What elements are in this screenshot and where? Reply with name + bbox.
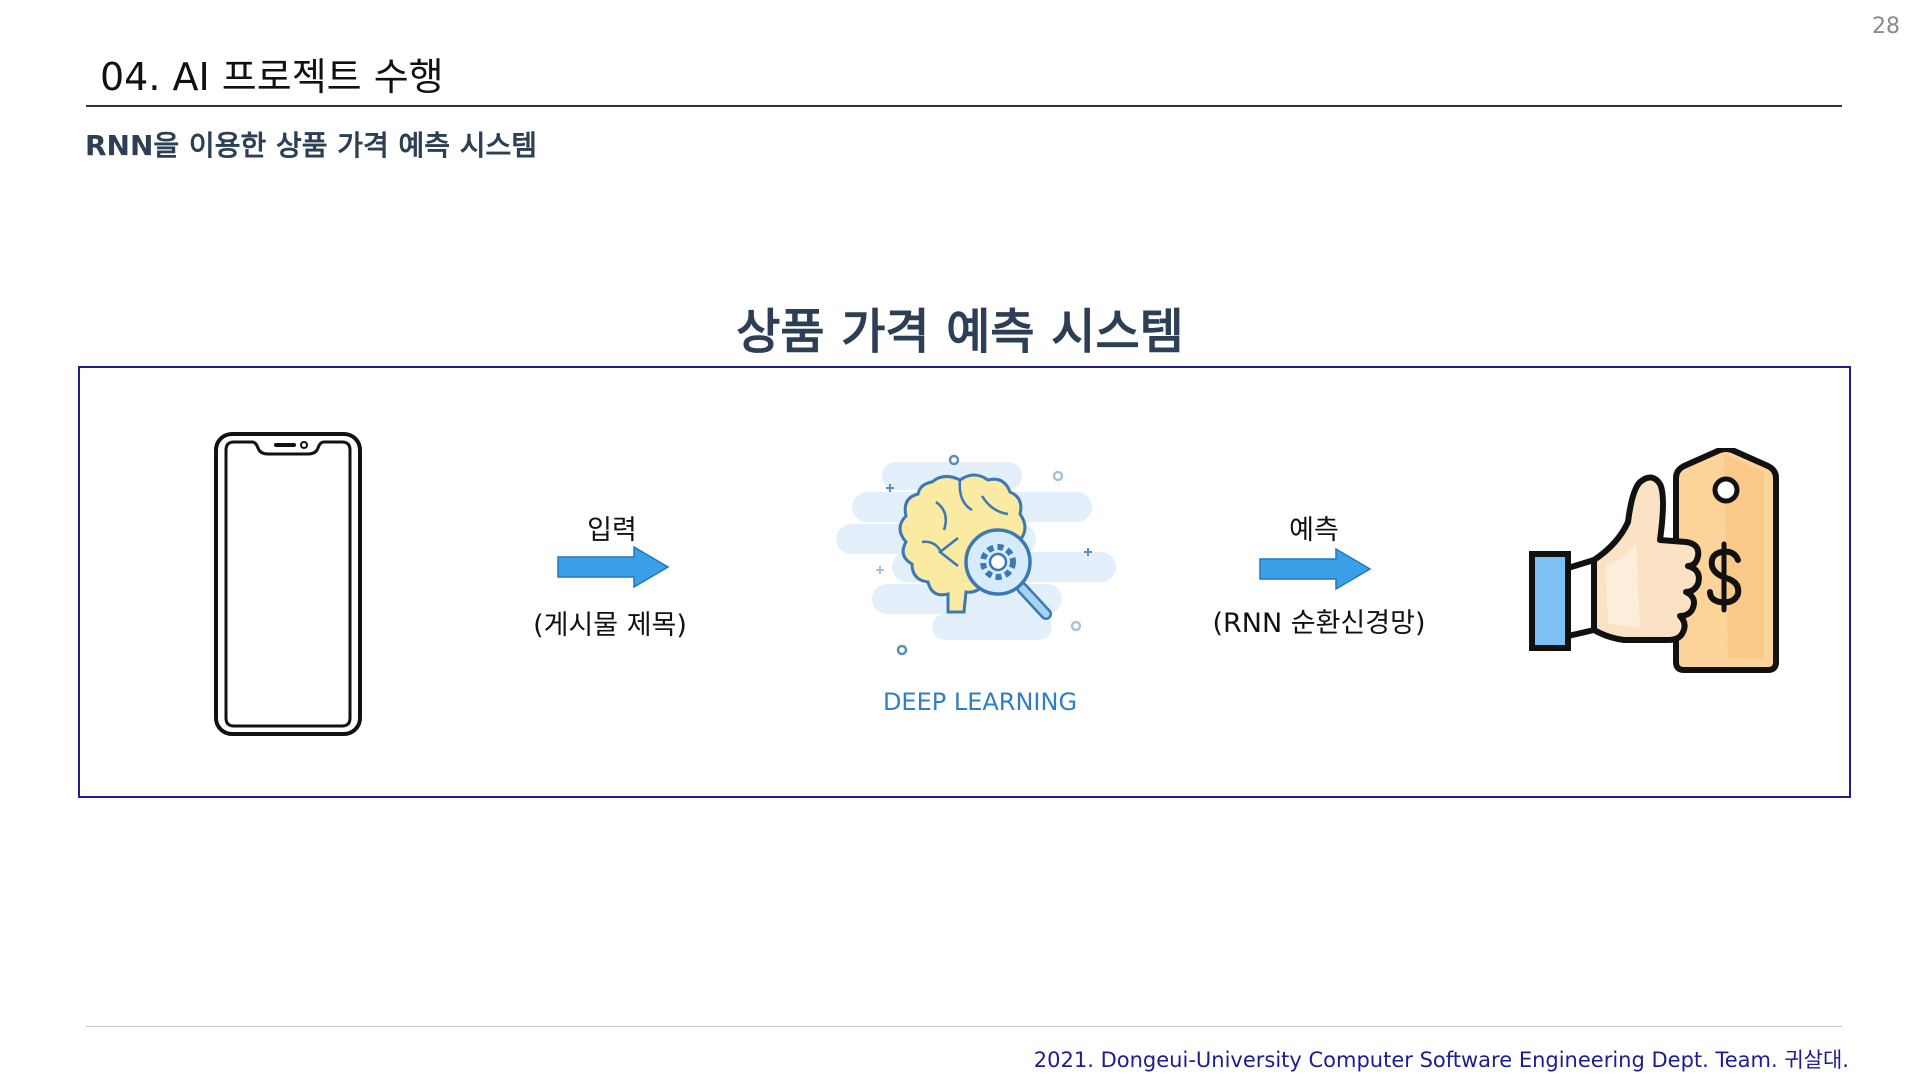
output-caption: (RNN 순환신경망) <box>1212 608 1426 639</box>
page-number: 28 <box>1872 14 1900 39</box>
smartphone-icon <box>214 432 362 736</box>
input-caption: (게시물 제목) <box>533 610 687 641</box>
slide-title: 04. AI 프로젝트 수행 <box>100 55 444 99</box>
diagram-heading: 상품 가격 예측 시스템 <box>736 304 1184 360</box>
brain-search-icon <box>836 454 1116 656</box>
arrow-right-icon <box>557 545 670 589</box>
arrow-right-icon <box>1259 547 1372 591</box>
footer-text: 2021. Dongeui-University Computer Softwa… <box>1033 1048 1849 1072</box>
title-divider <box>86 105 1842 107</box>
slide-subtitle: RNN을 이용한 상품 가격 예측 시스템 <box>85 129 538 162</box>
thumbs-up-price-tag-icon <box>1529 448 1779 673</box>
footer-divider <box>86 1026 1842 1027</box>
input-label: 입력 <box>587 515 637 546</box>
model-label: DEEP LEARNING <box>882 688 1078 716</box>
output-label: 예측 <box>1289 515 1339 546</box>
